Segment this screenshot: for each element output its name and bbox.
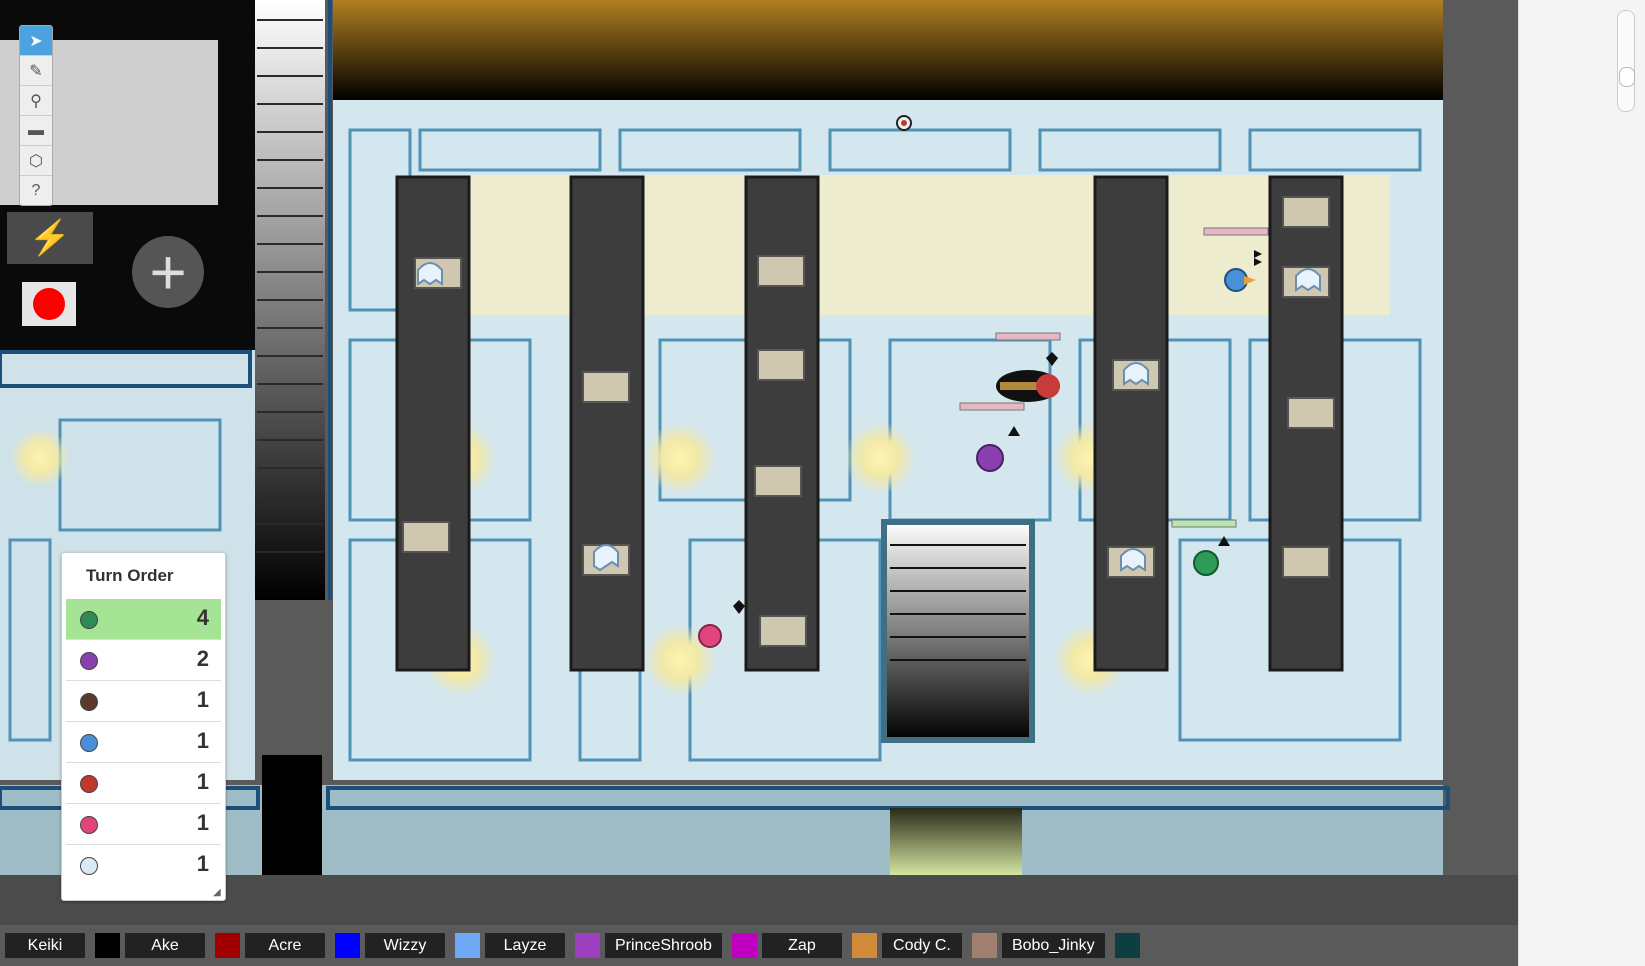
lightning-icon: ⚡ — [28, 219, 72, 257]
battle-map[interactable] — [0, 0, 1518, 966]
player-name: Bobo_Jinky — [1001, 933, 1105, 958]
player-entry[interactable]: Acre — [245, 933, 360, 958]
purple-creature-token[interactable] — [976, 444, 1004, 472]
player-color-swatch — [731, 933, 757, 958]
ghost-token[interactable] — [1120, 548, 1146, 572]
turn-order-value: 1 — [196, 810, 209, 835]
turn-order-value: 1 — [196, 728, 209, 753]
player-entry[interactable]: Zap — [761, 933, 877, 958]
turn-order-panel[interactable]: Turn Order 4 2 1 1 1 1 1 ◢ — [61, 552, 226, 901]
player-name: Cody C. — [881, 933, 962, 958]
player-color-swatch — [335, 933, 360, 958]
zoom-tool[interactable]: ⚲ — [20, 86, 52, 116]
brush-icon: ✎ — [29, 62, 43, 80]
player-entry[interactable]: Wizzy — [365, 933, 480, 958]
player-entry[interactable]: Cody C. — [881, 933, 997, 958]
player-entry[interactable]: Layze — [485, 933, 600, 958]
record-button[interactable] — [22, 282, 76, 326]
dark-hooded-token[interactable] — [996, 370, 1060, 402]
pink-creature-icon — [80, 816, 98, 834]
turn-order-row[interactable]: 1 — [66, 803, 221, 844]
purple-creature-icon — [80, 652, 98, 670]
turn-order-value: 1 — [196, 851, 209, 876]
plus-icon: + — [149, 236, 187, 308]
select-tool[interactable]: ➤ — [20, 26, 52, 56]
zoom-slider[interactable] — [1617, 10, 1635, 112]
tool-palette: ➤ ✎ ⚲ ▬ ⬡ ? — [19, 25, 53, 206]
player-entry[interactable]: Bobo_Jinky — [1001, 933, 1140, 958]
d20-icon: ⬡ — [29, 152, 43, 170]
player-name: PrinceShroob — [605, 933, 722, 958]
player-name: Zap — [761, 933, 842, 958]
cursor-icon: ➤ — [29, 32, 43, 50]
player-entry[interactable]: Ake — [125, 933, 240, 958]
player-name: Acre — [245, 933, 325, 958]
top-dark-area — [333, 0, 1443, 100]
measure-tool[interactable]: ▬ — [20, 116, 52, 146]
left-doorway — [262, 755, 322, 875]
south-exit — [890, 808, 1022, 875]
turn-order-title: Turn Order — [86, 566, 174, 585]
dark-hooded-figure-icon — [80, 693, 98, 711]
turn-order-row[interactable]: 1 — [66, 721, 221, 762]
green-creature-icon — [80, 611, 98, 629]
player-name: Keiki — [5, 933, 85, 958]
turn-order-value: 1 — [196, 687, 209, 712]
turn-order-row[interactable]: 2 — [66, 639, 221, 680]
red-bird-icon — [80, 775, 98, 793]
turn-order-row[interactable]: 4 — [66, 599, 221, 639]
player-name: Wizzy — [365, 933, 445, 958]
central-stairwell — [881, 519, 1035, 743]
white-ghost-icon — [80, 857, 98, 875]
blue-fox-icon — [80, 734, 98, 752]
player-color-swatch — [971, 933, 997, 958]
dice-tool[interactable]: ⬡ — [20, 146, 52, 176]
turn-order-row[interactable]: 1 — [66, 680, 221, 721]
pink-creature-token[interactable] — [698, 624, 722, 648]
add-button[interactable]: + — [132, 236, 204, 308]
bottom-strip — [0, 875, 1518, 925]
player-entry[interactable]: PrinceShroob — [605, 933, 757, 958]
turn-order-value: 4 — [196, 605, 209, 630]
record-icon — [33, 288, 65, 320]
ghost-token[interactable] — [1123, 362, 1149, 386]
help-icon: ? — [31, 181, 41, 199]
zoom-slider-handle[interactable] — [1619, 67, 1635, 87]
magnifier-icon: ⚲ — [30, 92, 42, 110]
player-color-swatch — [575, 933, 600, 958]
turn-order-list: 4 2 1 1 1 1 1 — [62, 599, 225, 885]
player-color-swatch — [1114, 933, 1140, 958]
turn-order-value: 2 — [196, 646, 209, 671]
turn-order-value: 1 — [196, 769, 209, 794]
map-canvas[interactable]: ➤ ✎ ⚲ ▬ ⬡ ? ⚡ + Turn Order 4 2 1 1 1 1 1 ◢ Kei… — [0, 0, 1518, 966]
red-bird-token[interactable] — [896, 115, 912, 131]
fx-button[interactable]: ⚡ — [7, 212, 93, 264]
help-tool[interactable]: ? — [20, 176, 52, 205]
ghost-token[interactable] — [1295, 268, 1321, 292]
player-bar: Keiki Ake Acre Wizzy Layze PrinceShroob Zap Cod… — [0, 925, 1518, 966]
turn-order-row[interactable]: 1 — [66, 844, 221, 885]
player-color-swatch — [215, 933, 240, 958]
resize-grip-icon[interactable]: ◢ — [213, 888, 223, 898]
draw-tool[interactable]: ✎ — [20, 56, 52, 86]
player-name: Layze — [485, 933, 565, 958]
green-creature-token[interactable] — [1193, 550, 1219, 576]
player-name: Ake — [125, 933, 205, 958]
player-color-swatch — [851, 933, 877, 958]
player-entry[interactable]: Keiki — [5, 933, 120, 958]
player-color-swatch — [95, 933, 120, 958]
right-panel — [1518, 0, 1645, 966]
player-color-swatch — [455, 933, 480, 958]
turn-order-row[interactable]: 1 — [66, 762, 221, 803]
ruler-icon: ▬ — [28, 121, 44, 139]
ghost-token[interactable] — [417, 262, 443, 286]
